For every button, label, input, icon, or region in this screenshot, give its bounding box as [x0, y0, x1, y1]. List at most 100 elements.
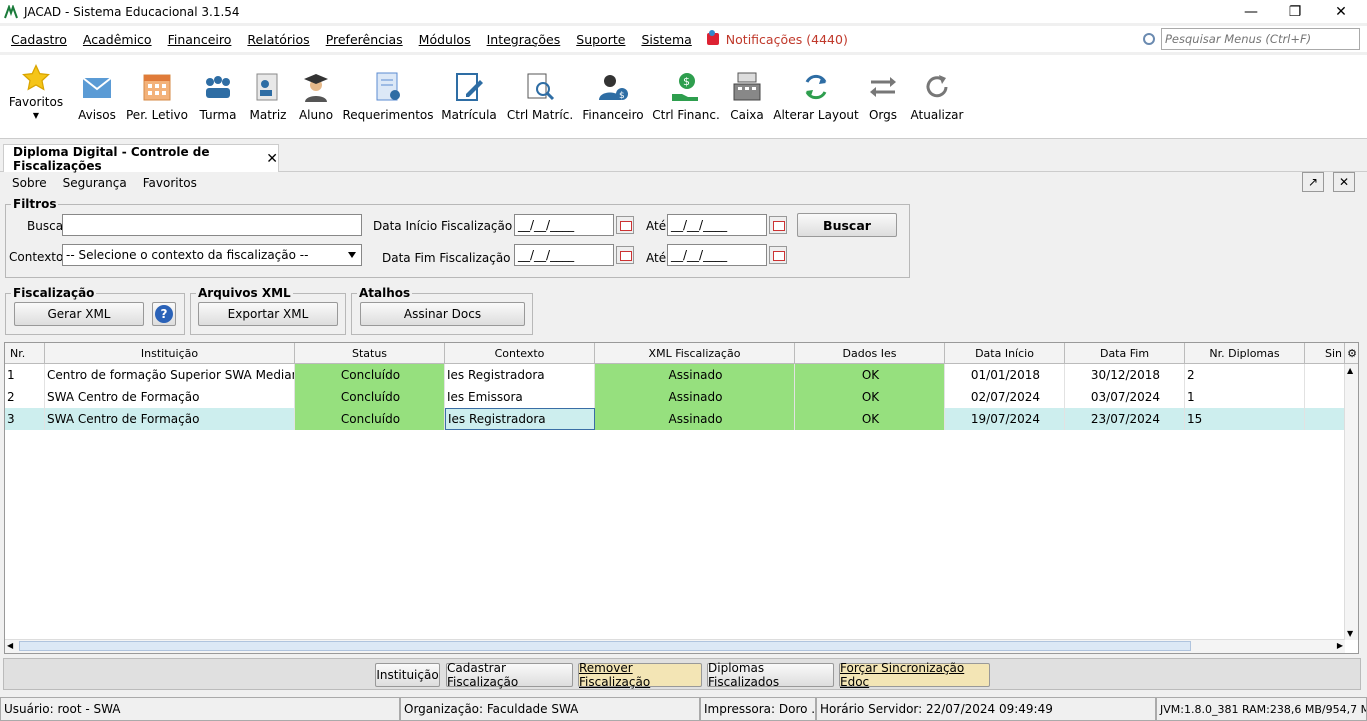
status-jvm: JVM:1.8.0_381 RAM:238,6 MB/954,7 MB: [1156, 697, 1367, 721]
tab-diploma-digital[interactable]: Diploma Digital - Controle de Fiscalizaç…: [3, 144, 279, 173]
horizontal-scroll-thumb[interactable]: [19, 641, 1191, 651]
menu-integracoes[interactable]: Integrações: [487, 32, 561, 47]
edit-document-icon: [456, 73, 483, 101]
data-fim-label: Data Fim Fiscalização de:: [382, 251, 534, 265]
submenu-favoritos[interactable]: Favoritos: [143, 176, 197, 190]
gerar-xml-button[interactable]: Gerar XML: [14, 302, 144, 326]
toolbar-ctrl-matric[interactable]: Ctrl Matríc.: [507, 55, 573, 139]
filters-legend: Filtros: [11, 197, 59, 211]
toolbar-alterar-layout[interactable]: Alterar Layout: [773, 55, 859, 139]
menu-relatorios[interactable]: Relatórios: [247, 32, 309, 47]
toolbar-requerimentos[interactable]: Requerimentos: [342, 55, 434, 139]
sincronizar-edoc-button[interactable]: Forçar Sincronização Edoc: [839, 661, 990, 689]
toolbar-ctrl-financ[interactable]: $ Ctrl Financ.: [652, 55, 720, 139]
notifications-label: Notificações (4440): [725, 31, 848, 47]
column-header[interactable]: Data Fim: [1065, 343, 1185, 364]
column-header[interactable]: Status: [295, 343, 445, 364]
search-input[interactable]: [1161, 28, 1360, 50]
toolbar-aluno[interactable]: Aluno: [296, 55, 336, 139]
remover-fiscalizacao-button[interactable]: Remover Fiscalização: [578, 661, 702, 689]
column-header[interactable]: Nr. Diplomas: [1185, 343, 1305, 364]
menu-academico[interactable]: Acadêmico: [83, 32, 152, 47]
column-header[interactable]: Nr.: [5, 343, 45, 364]
star-icon: [22, 64, 50, 91]
calendar-icon[interactable]: [616, 216, 634, 234]
menu-sistema[interactable]: Sistema: [641, 32, 691, 47]
data-inicio-de-input[interactable]: __/__/____: [514, 214, 614, 236]
column-header[interactable]: XML Fiscalização: [595, 343, 795, 364]
chevron-down-icon: [348, 252, 356, 258]
calendar-icon[interactable]: [769, 246, 787, 264]
notifications-link[interactable]: Notificações (4440): [706, 30, 848, 47]
column-header[interactable]: Data Início: [945, 343, 1065, 364]
detach-icon[interactable]: ↗: [1302, 172, 1324, 192]
table-row[interactable]: 2 SWA Centro de Formação Concluído Ies E…: [5, 386, 1345, 408]
group-icon: [206, 76, 230, 98]
scroll-down-icon[interactable]: ▼: [1347, 629, 1353, 638]
instituicao-button[interactable]: Instituição: [375, 663, 440, 687]
status-bar: Usuário: root - SWA Organização: Faculda…: [0, 697, 1367, 721]
toolbar-per-letivo[interactable]: Per. Letivo: [126, 55, 188, 139]
horizontal-scrollbar[interactable]: ◀ ▶: [5, 639, 1345, 653]
status-usuario: Usuário: root - SWA: [0, 697, 400, 721]
menu-financeiro[interactable]: Financeiro: [168, 32, 232, 47]
graduate-icon: [304, 74, 328, 102]
envelope-icon: [82, 77, 112, 98]
cadastrar-fiscalizacao-button[interactable]: Cadastrar Fiscalização: [446, 661, 573, 689]
screen-window-controls: ↗ ✕: [1293, 172, 1355, 192]
menu-preferencias[interactable]: Preferências: [326, 32, 403, 47]
notification-icon: [706, 30, 719, 45]
menu-modulos[interactable]: Módulos: [419, 32, 471, 47]
data-fim-de-input[interactable]: __/__/____: [514, 244, 614, 266]
help-icon: ?: [155, 305, 173, 323]
scroll-right-icon[interactable]: ▶: [1337, 641, 1343, 650]
vertical-scrollbar[interactable]: ▲ ▼: [1344, 364, 1358, 640]
toolbar-avisos[interactable]: Avisos: [76, 55, 118, 139]
help-button[interactable]: ?: [152, 302, 176, 326]
close-window-icon[interactable]: ✕: [1318, 0, 1364, 23]
diplomas-fiscalizados-button[interactable]: Diplomas Fiscalizados: [707, 661, 834, 689]
close-tab-icon[interactable]: ✕: [266, 151, 278, 167]
minimize-icon[interactable]: —: [1228, 0, 1274, 23]
contexto-select[interactable]: -- Selecione o contexto da fiscalização …: [62, 244, 362, 266]
search-icon: [1143, 33, 1155, 45]
calendar-icon[interactable]: [616, 246, 634, 264]
busca-input[interactable]: [62, 214, 362, 236]
table-row-selected[interactable]: 3 SWA Centro de Formação Concluído Ies R…: [5, 408, 1345, 430]
table-row[interactable]: 1 Centro de formação Superior SWA Median…: [5, 364, 1345, 386]
column-header[interactable]: Contexto: [445, 343, 595, 364]
toolbar-turma[interactable]: Turma: [198, 55, 238, 139]
toolbar-atualizar[interactable]: Atualizar: [910, 55, 964, 139]
restore-icon[interactable]: ❐: [1272, 0, 1318, 23]
menu-cadastro[interactable]: Cadastro: [11, 32, 67, 47]
menu-suporte[interactable]: Suporte: [576, 32, 625, 47]
data-fim-ate-input[interactable]: __/__/____: [667, 244, 767, 266]
calendar-icon[interactable]: [769, 216, 787, 234]
submenu-sobre[interactable]: Sobre: [12, 176, 47, 190]
contexto-value: -- Selecione o contexto da fiscalização …: [66, 248, 309, 262]
scroll-left-icon[interactable]: ◀: [7, 641, 13, 650]
buscar-button[interactable]: Buscar: [797, 213, 897, 237]
submenu-seguranca[interactable]: Segurança: [63, 176, 127, 190]
column-header[interactable]: Instituição: [45, 343, 295, 364]
assinar-docs-button[interactable]: Assinar Docs: [360, 302, 525, 326]
menu-search: [1143, 28, 1360, 50]
column-header[interactable]: Sin: [1305, 343, 1345, 364]
column-header[interactable]: Dados Ies: [795, 343, 945, 364]
data-inicio-ate-input[interactable]: __/__/____: [667, 214, 767, 236]
toolbar-caixa[interactable]: Caixa: [728, 55, 766, 139]
column-settings-icon[interactable]: ⚙: [1345, 343, 1358, 364]
toolbar-orgs[interactable]: Orgs: [866, 55, 900, 139]
scroll-up-icon[interactable]: ▲: [1347, 366, 1353, 375]
status-impressora: Impressora: Doro ...: [700, 697, 816, 721]
toolbar-favoritos[interactable]: Favoritos ▼: [8, 55, 64, 139]
exportar-xml-button[interactable]: Exportar XML: [198, 302, 338, 326]
tab-bar: Diploma Digital - Controle de Fiscalizaç…: [0, 144, 1367, 173]
toolbar-financeiro[interactable]: $ Financeiro: [582, 55, 644, 139]
toolbar-matriz[interactable]: Matriz: [248, 55, 288, 139]
close-screen-icon[interactable]: ✕: [1333, 172, 1355, 192]
request-icon: [376, 72, 400, 101]
fiscalizacao-legend: Fiscalização: [11, 286, 97, 300]
money-hand-icon: $: [672, 73, 698, 101]
toolbar-matricula[interactable]: Matrícula: [441, 55, 497, 139]
